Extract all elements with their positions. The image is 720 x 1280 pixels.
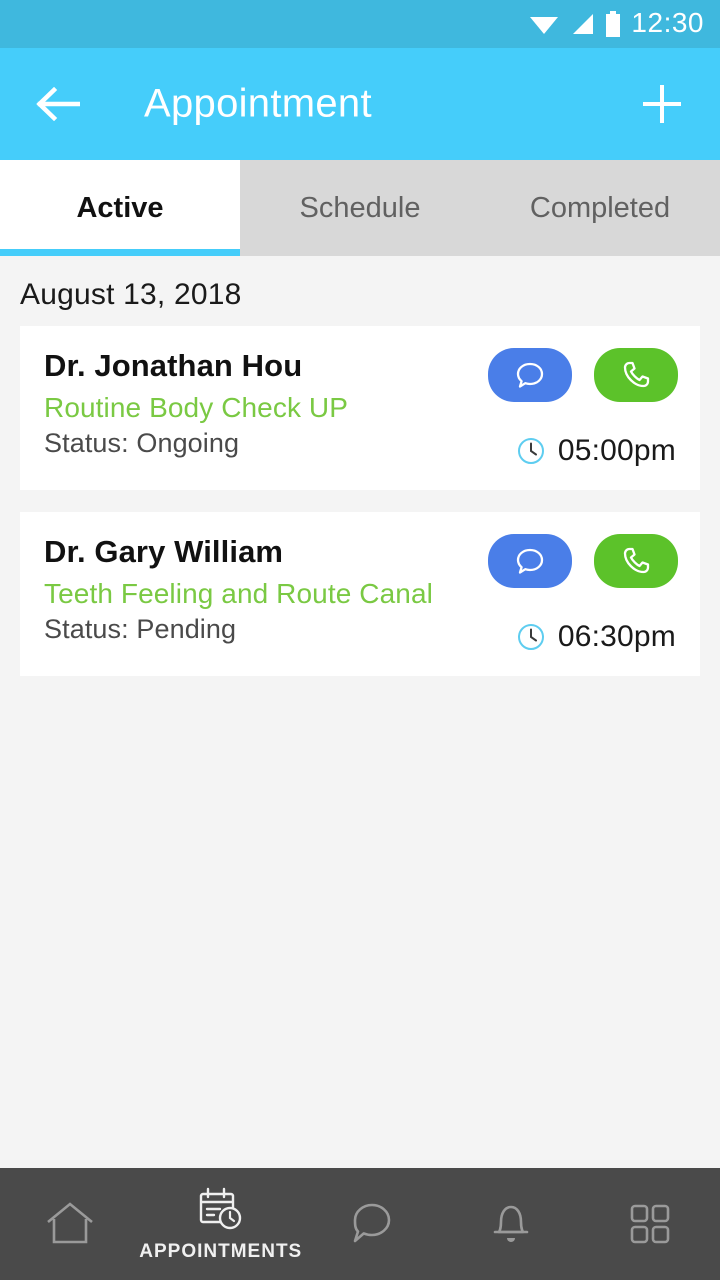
appointment-time: 05:00pm	[516, 434, 676, 468]
add-appointment-button[interactable]	[632, 74, 692, 134]
appointment-list: August 13, 2018 Dr. Jonathan Hou Routine…	[0, 256, 720, 1168]
tab-bar: Active Schedule Completed	[0, 160, 720, 256]
date-header: August 13, 2018	[20, 278, 242, 311]
wifi-icon	[530, 17, 559, 34]
tab-label: Completed	[529, 191, 671, 224]
phone-icon	[623, 547, 650, 574]
page-title: Appointment	[144, 81, 372, 126]
time-text: 06:30pm	[557, 620, 676, 653]
chat-button[interactable]	[488, 534, 572, 588]
app-root: 12:30 Appointment Active Schedule Comple…	[0, 0, 720, 1280]
back-button[interactable]	[28, 74, 88, 134]
time-text: 05:00pm	[557, 434, 676, 467]
chat-bubble-icon	[353, 1203, 391, 1243]
status-bar: 12:30	[0, 0, 720, 48]
grid-apps-icon	[631, 1204, 670, 1244]
bell-icon	[493, 1205, 529, 1242]
calendar-clock-icon	[199, 1187, 241, 1230]
call-button[interactable]	[594, 348, 678, 402]
clock-icon	[517, 438, 544, 464]
nav-item-apps[interactable]	[581, 1168, 720, 1280]
appointment-card[interactable]: Dr. Gary William Teeth Feeling and Route…	[20, 512, 700, 676]
status-bar-time: 12:30	[631, 7, 704, 38]
tab-schedule[interactable]: Schedule	[240, 160, 480, 256]
tab-label: Active	[76, 191, 164, 224]
nav-item-notifications[interactable]	[441, 1168, 580, 1280]
cellular-signal-icon	[573, 14, 594, 34]
tab-completed[interactable]: Completed	[480, 160, 720, 256]
home-icon	[46, 1202, 93, 1244]
appointment-time: 06:30pm	[516, 620, 676, 654]
chat-button[interactable]	[488, 348, 572, 402]
nav-item-home[interactable]	[0, 1168, 139, 1280]
app-bar: Appointment	[0, 48, 720, 160]
phone-icon	[623, 361, 650, 388]
clock-icon	[517, 624, 544, 650]
tab-label: Schedule	[299, 191, 421, 224]
nav-item-label: APPOINTMENTS	[139, 1241, 303, 1262]
nav-item-appointments[interactable]: APPOINTMENTS	[139, 1168, 302, 1280]
tab-active[interactable]: Active	[0, 160, 240, 256]
call-button[interactable]	[594, 534, 678, 588]
card-actions	[488, 534, 678, 588]
back-arrow-icon	[36, 87, 80, 121]
plus-icon	[643, 85, 681, 123]
chat-bubble-icon	[516, 362, 544, 388]
bottom-navigation: APPOINTMENTS	[0, 1168, 720, 1280]
appointment-card[interactable]: Dr. Jonathan Hou Routine Body Check UP S…	[20, 326, 700, 490]
battery-icon	[606, 11, 621, 37]
card-actions	[488, 348, 678, 402]
nav-item-messages[interactable]	[302, 1168, 441, 1280]
chat-bubble-icon	[516, 548, 544, 574]
